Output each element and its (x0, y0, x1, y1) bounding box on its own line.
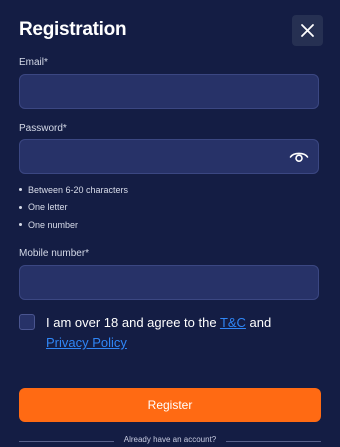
password-rule: One letter (19, 199, 128, 217)
password-rules-list: Between 6-20 characters One letter One n… (19, 181, 128, 234)
close-button[interactable] (292, 15, 323, 46)
mobile-label: Mobile number* (19, 248, 90, 259)
already-have-account-text: Already have an account? (123, 435, 217, 444)
modal-title: Registration (19, 19, 127, 40)
mobile-field[interactable] (20, 266, 318, 299)
divider-right (226, 441, 321, 442)
email-field-wrapper (19, 74, 319, 109)
password-rule: Between 6-20 characters (19, 181, 128, 199)
register-button[interactable]: Register (19, 388, 321, 422)
password-field[interactable] (20, 140, 318, 173)
eye-icon (289, 152, 309, 162)
tc-link[interactable]: T&C (220, 315, 246, 330)
mobile-field-wrapper (19, 265, 319, 300)
bullet-icon (19, 223, 22, 227)
agreement-text: I am over 18 and agree to the T&C and Pr… (46, 315, 272, 350)
email-field[interactable] (20, 75, 318, 108)
email-label: Email* (19, 57, 48, 68)
privacy-policy-link[interactable]: Privacy Policy (46, 335, 127, 350)
show-password-toggle[interactable] (288, 147, 310, 167)
password-field-wrapper (19, 139, 319, 174)
password-label: Password* (19, 123, 67, 134)
close-icon (301, 24, 314, 37)
bullet-icon (19, 188, 22, 192)
age-terms-checkbox[interactable] (19, 314, 35, 330)
bullet-icon (19, 205, 22, 209)
password-rule: One number (19, 216, 128, 234)
